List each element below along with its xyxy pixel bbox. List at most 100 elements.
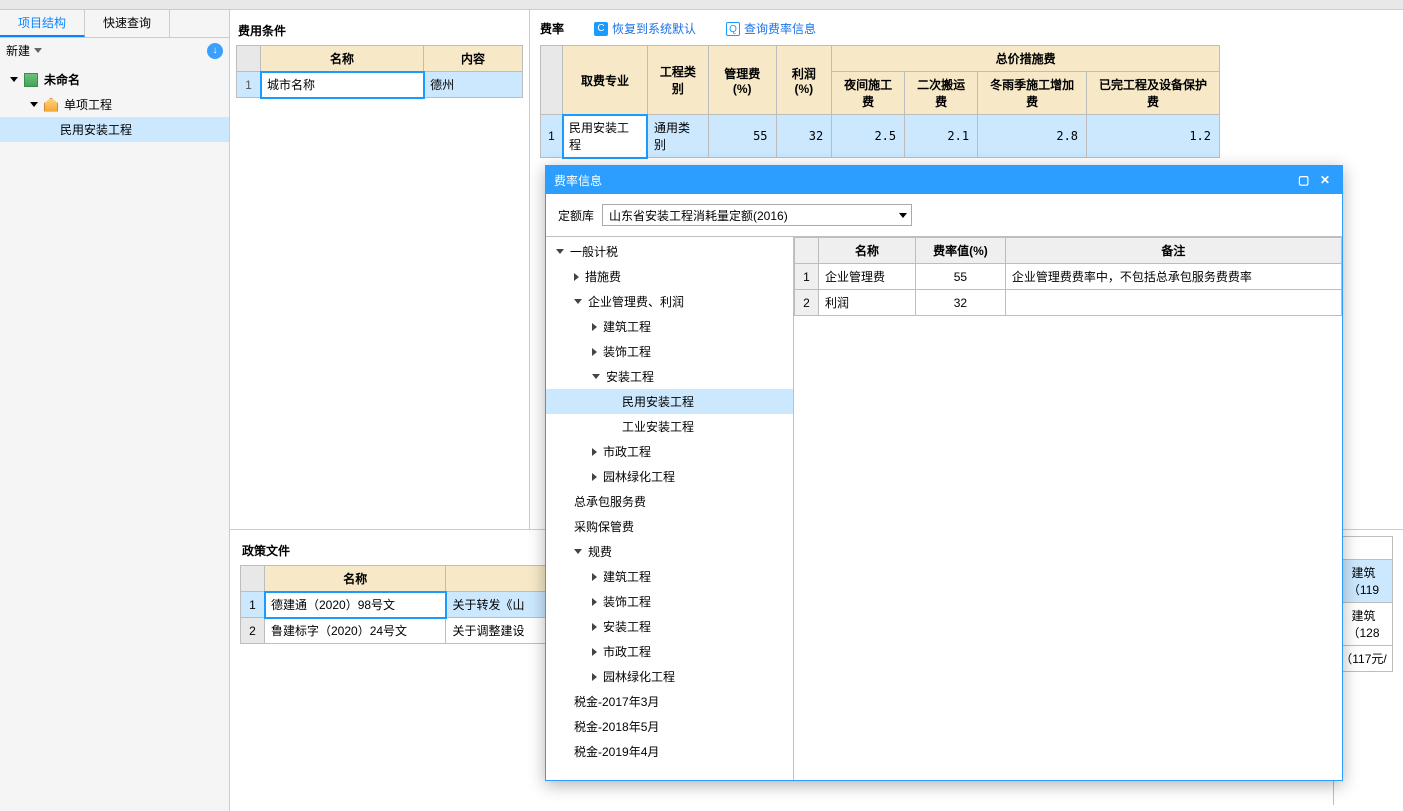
caret-icon <box>10 77 18 82</box>
query-rate-info-button[interactable]: Q 查询费率信息 <box>726 20 816 37</box>
reset-icon: C <box>594 22 608 36</box>
close-icon[interactable]: ✕ <box>1316 173 1334 187</box>
tree-item[interactable]: 企业管理费、利润 <box>546 289 793 314</box>
caret-icon <box>592 374 600 379</box>
reset-to-default-button[interactable]: C 恢复到系统默认 <box>594 20 696 37</box>
table-row[interactable]: 2 利润 32 <box>795 290 1342 316</box>
rate-title: 费率 <box>540 20 564 37</box>
tree-item[interactable]: 一般计税 <box>546 239 793 264</box>
caret-icon <box>592 648 597 656</box>
tree-sub[interactable]: 单项工程 <box>0 92 229 117</box>
caret-icon <box>574 273 579 281</box>
col-second-move: 二次搬运费 <box>905 72 978 115</box>
top-tabs <box>0 0 1403 10</box>
tree-item[interactable]: 安装工程 <box>546 364 793 389</box>
table-row[interactable]: 1 德建通（2020）98号文 关于转发《山 <box>241 592 550 618</box>
tree-item[interactable]: 采购保管费 <box>546 514 793 539</box>
tree-item[interactable]: 安装工程 <box>546 614 793 639</box>
tree-item[interactable]: 园林绿化工程 <box>546 664 793 689</box>
tree-item[interactable]: 建筑工程 <box>546 314 793 339</box>
table-row[interactable]: 1 企业管理费 55 企业管理费费率中，不包括总承包服务费费率 <box>795 264 1342 290</box>
cost-condition-title: 费用条件 <box>236 16 523 45</box>
caret-icon <box>592 348 597 356</box>
rate-detail-table: 名称 费率值(%) 备注 1 企业管理费 55 企业管理费费率中，不包括总承包服… <box>794 237 1342 316</box>
cost-condition-panel: 费用条件 名称 内容 1 城市名称 德州 <box>230 10 530 529</box>
policy-table: 名称 1 德建通（2020）98号文 关于转发《山 2 <box>240 565 550 644</box>
col-measure-group: 总价措施费 <box>832 46 1220 72</box>
tree-item[interactable]: 税金-2018年5月 <box>546 714 793 739</box>
caret-icon <box>592 673 597 681</box>
caret-icon <box>574 299 582 304</box>
table-row[interactable]: 1 民用安装工程 通用类别 55 32 2.5 2.1 2.8 1.2 <box>541 115 1220 158</box>
dialog-title: 费率信息 <box>554 172 602 189</box>
tree-item[interactable]: 规费 <box>546 539 793 564</box>
quota-lib-label: 定额库 <box>558 207 594 224</box>
left-tabs: 项目结构 快速查询 <box>0 10 229 38</box>
caret-icon <box>574 549 582 554</box>
caret-icon <box>592 323 597 331</box>
table-row[interactable]: （117元/ <box>1335 646 1393 672</box>
tree-root[interactable]: 未命名 <box>0 67 229 92</box>
tree-leaf[interactable]: 民用安装工程 <box>0 117 229 142</box>
house-icon <box>44 98 58 112</box>
policy-title: 政策文件 <box>240 536 550 565</box>
col-major: 取费专业 <box>563 46 648 115</box>
left-pane: 项目结构 快速查询 新建 ↓ 未命名 单项工程 <box>0 10 230 811</box>
city-name-cell[interactable]: 城市名称 <box>261 72 424 98</box>
tree-item[interactable]: 措施费 <box>546 264 793 289</box>
quota-lib-select[interactable]: 山东省安装工程消耗量定额(2016) <box>602 204 912 226</box>
collapse-icon[interactable]: ↓ <box>207 43 223 59</box>
tab-project-structure[interactable]: 项目结构 <box>0 10 85 37</box>
tree-item[interactable]: 市政工程 <box>546 639 793 664</box>
tree-item[interactable]: 装饰工程 <box>546 339 793 364</box>
caret-icon <box>592 473 597 481</box>
building-icon <box>24 73 38 87</box>
dialog-titlebar[interactable]: 费率信息 ▢ ✕ <box>546 166 1342 194</box>
caret-icon <box>592 448 597 456</box>
rate-table: 取费专业 工程类别 管理费(%) 利润(%) 总价措施费 夜间施工费 二次搬运费… <box>540 45 1220 158</box>
new-button[interactable]: 新建 <box>6 42 42 59</box>
tree-item[interactable]: 市政工程 <box>546 439 793 464</box>
caret-icon <box>592 598 597 606</box>
tree-item[interactable]: 园林绿化工程 <box>546 464 793 489</box>
tree-item[interactable]: 建筑工程 <box>546 564 793 589</box>
col-name: 名称 <box>819 238 916 264</box>
col-value: 费率值(%) <box>915 238 1005 264</box>
maximize-icon[interactable]: ▢ <box>1295 173 1313 187</box>
tree-item[interactable]: 税金-2017年3月 <box>546 689 793 714</box>
tree-item[interactable]: 工业安装工程 <box>546 414 793 439</box>
major-cell[interactable]: 民用安装工程 <box>563 115 648 158</box>
caret-icon <box>592 573 597 581</box>
table-row[interactable]: 1 城市名称 德州 <box>237 72 523 98</box>
table-row[interactable]: 建筑（128 <box>1335 603 1393 646</box>
rate-tree: 一般计税 措施费 企业管理费、利润 建筑工程 装饰工程 安装工程 民用安装工程 … <box>546 236 794 780</box>
chevron-down-icon <box>899 213 907 218</box>
rate-detail-panel: 名称 费率值(%) 备注 1 企业管理费 55 企业管理费费率中，不包括总承包服… <box>794 236 1342 780</box>
tree-item[interactable]: 装饰工程 <box>546 589 793 614</box>
search-icon: Q <box>726 22 740 36</box>
caret-icon <box>556 249 564 254</box>
chevron-down-icon <box>34 48 42 53</box>
col-name: 名称 <box>265 566 446 592</box>
caret-icon <box>592 623 597 631</box>
col-note: 备注 <box>1005 238 1341 264</box>
tree-item[interactable]: 税金-2019年4月 <box>546 739 793 764</box>
table-row[interactable]: 建筑（119 <box>1335 560 1393 603</box>
table-row[interactable]: 2 鲁建标字（2020）24号文 关于调整建设 <box>241 618 550 644</box>
col-winter-rain: 冬雨季施工增加费 <box>978 72 1087 115</box>
col-name: 名称 <box>261 46 424 72</box>
tab-quick-query[interactable]: 快速查询 <box>85 10 170 37</box>
col-content: 内容 <box>424 46 523 72</box>
col-type: 工程类别 <box>647 46 708 115</box>
col-night: 夜间施工费 <box>832 72 905 115</box>
tree-item[interactable]: 总承包服务费 <box>546 489 793 514</box>
project-tree: 未命名 单项工程 民用安装工程 <box>0 63 229 146</box>
cost-condition-table: 名称 内容 1 城市名称 德州 <box>236 45 523 98</box>
rate-info-dialog: 费率信息 ▢ ✕ 定额库 山东省安装工程消耗量定额(2016) 一般计税 措施费… <box>545 165 1343 781</box>
tree-item-selected[interactable]: 民用安装工程 <box>546 389 793 414</box>
col-mgmt: 管理费(%) <box>708 46 776 115</box>
col-protect: 已完工程及设备保护费 <box>1087 72 1220 115</box>
col-profit: 利润(%) <box>776 46 832 115</box>
caret-icon <box>30 102 38 107</box>
city-value-cell[interactable]: 德州 <box>424 72 523 98</box>
